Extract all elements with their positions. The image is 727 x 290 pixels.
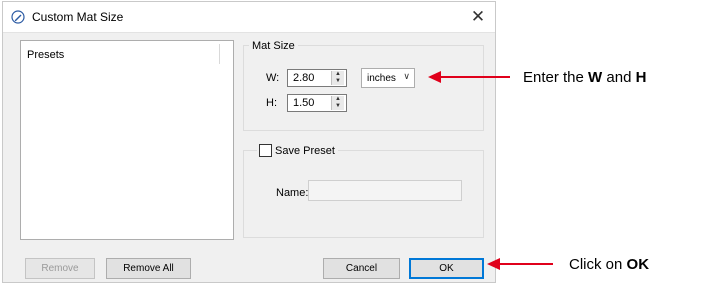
save-preset-label: Save Preset (275, 144, 335, 157)
height-value: 1.50 (293, 97, 315, 109)
cancel-button[interactable]: Cancel (323, 258, 400, 279)
spin-down-icon[interactable]: ▼ (332, 78, 344, 85)
height-label: H: (266, 97, 277, 109)
column-divider[interactable] (219, 44, 220, 64)
presets-header: Presets (27, 49, 65, 61)
units-value: inches (367, 73, 396, 84)
presets-list[interactable]: Presets (20, 40, 234, 240)
spin-down-icon[interactable]: ▼ (332, 103, 344, 110)
save-preset-toggle[interactable]: Save Preset (257, 144, 338, 157)
mat-size-legend: Mat Size (249, 40, 298, 52)
mat-size-group (243, 45, 484, 131)
close-icon[interactable]: ✕ (465, 4, 491, 30)
name-label: Name: (276, 187, 309, 199)
pen-circle-icon (11, 10, 25, 24)
width-stepper[interactable]: 2.80 ▲ ▼ (287, 69, 347, 87)
ok-button[interactable]: OK (409, 258, 484, 279)
units-select[interactable]: inches ∨ (361, 68, 415, 88)
window-title: Custom Mat Size (32, 10, 124, 24)
title-bar: Custom Mat Size ✕ (3, 2, 495, 33)
save-preset-checkbox[interactable] (259, 144, 272, 157)
preset-name-input[interactable] (308, 180, 462, 201)
width-value: 2.80 (293, 72, 315, 84)
ok-instruction: Click on OK (569, 256, 650, 273)
size-arrow-icon (428, 71, 510, 83)
remove-button[interactable]: Remove (25, 258, 95, 279)
width-label: W: (266, 72, 280, 84)
remove-all-button[interactable]: Remove All (106, 258, 191, 279)
height-stepper[interactable]: 1.50 ▲ ▼ (287, 94, 347, 112)
size-instruction: Enter the W and H (523, 69, 647, 86)
ok-arrow-icon (487, 258, 553, 270)
chevron-down-icon: ∨ (403, 71, 410, 81)
